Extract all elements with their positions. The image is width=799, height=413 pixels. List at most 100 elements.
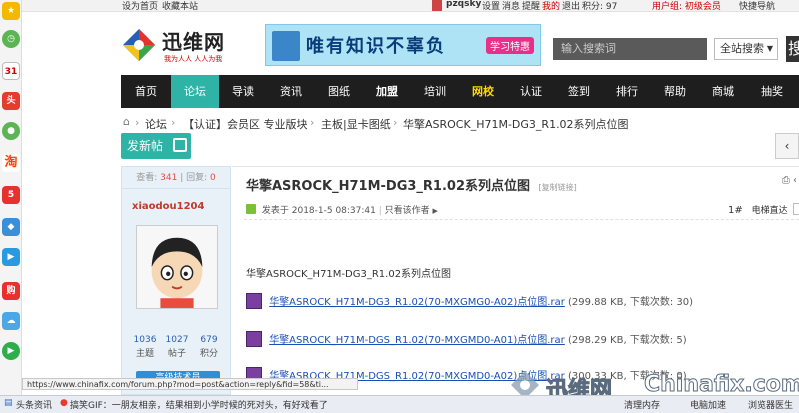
avatar[interactable] [136,225,218,309]
site-logo-icon[interactable] [122,28,156,62]
chevron-down-icon: ▼ [766,44,773,53]
post-meta: 发表于 2018-1-5 08:37:41 | 只看该作者 ▶ [246,203,438,216]
quick-nav-link[interactable]: 快捷导航 [739,0,775,12]
set-home-link[interactable]: 设为首页 [122,0,158,12]
game-icon[interactable]: ◆ [2,218,20,236]
views-label: 查看: [136,173,158,183]
author-credits[interactable]: 679 积分 [194,335,224,359]
breadcrumb-sep: › [171,116,176,129]
nav-checkin[interactable]: 签到 [555,75,603,108]
posts-label: 帖子 [167,349,186,359]
nav-ranking[interactable]: 排行 [603,75,651,108]
back-button[interactable]: ‹ [775,133,799,159]
posts-count: 1027 [165,335,189,345]
weather-icon[interactable]: ☁ [2,312,20,330]
browser-doctor-label[interactable]: 浏览器医生 [748,398,793,411]
replies-count: 0 [210,173,216,183]
search-input[interactable]: 输入搜索词 [553,38,707,60]
credits-label: 积分 [199,349,218,359]
author-posts[interactable]: 1027 帖子 [162,335,192,359]
rar-file-icon [246,293,262,309]
post-title-text: 华擎ASROCK_H71M-DG3_R1.02系列点位图 [246,179,530,194]
settings-link[interactable]: 设置 [482,0,500,12]
video-icon[interactable]: ▶ [2,248,20,266]
search-button[interactable]: 搜 [786,36,799,62]
print-icon[interactable]: ⎙ [782,175,790,186]
user-group-link[interactable]: 用户组: 初级会员 [652,0,721,12]
star-icon[interactable]: ★ [2,2,20,20]
my-link[interactable]: 我的 [542,0,560,12]
taobao-icon[interactable]: 淘 [2,154,20,172]
divider [244,219,799,220]
news-icon: ▤ [4,398,13,408]
main-nav: 首页 论坛 导读 资讯 图纸 加盟 培训 网校 认证 签到 排行 帮助 商城 抽… [121,75,799,108]
post-time: 发表于 2018-1-5 08:37:41 [261,206,376,216]
post-body: 华擎ASROCK_H71M-DG3_R1.02系列点位图 [246,269,452,280]
breadcrumb-thread[interactable]: 华擎ASROCK_H71M-DG3_R1.02系列点位图 [403,116,629,132]
nav-schematics[interactable]: 图纸 [315,75,363,108]
add-favorite-link[interactable]: 收藏本站 [162,0,198,12]
breadcrumb: ⌂ › 论坛 › 【认证】会员区 专业版块 › 主板|显卡图纸 › 华擎ASRO… [121,114,799,132]
nav-forum[interactable]: 论坛 [171,75,219,108]
messages-link[interactable]: 消息 [502,0,520,12]
online-icon [246,204,256,214]
author-topics[interactable]: 1036 主题 [130,335,160,359]
memory-label[interactable]: 清理内存 [624,398,660,411]
floor-info: 1# 电梯直达 [728,203,799,216]
nav-training[interactable]: 培训 [411,75,459,108]
breadcrumb-board[interactable]: 主板|显卡图纸 [321,116,391,132]
floor-number: 1# [728,205,743,216]
attachment-info: (299.88 KB, 下载次数: 30) [568,297,694,308]
banner-badge: 学习特惠 [486,37,534,54]
attachment-link[interactable]: 华擎ASROCK_H71M-DG3_R1.02(70-MXGMG0-A02)点位… [269,297,565,308]
post-content: 华擎ASROCK_H71M-DG3_R1.02系列点位图 [复制链接] ⎙ ‹ … [232,166,799,395]
nav-news[interactable]: 资讯 [267,75,315,108]
ad-banner[interactable]: 唯有知识不辜负 学习特惠 [265,24,541,66]
reminder-link[interactable]: 提醒 [522,0,540,12]
credits-count: 679 [200,335,218,345]
home-icon[interactable]: ⌂ [123,115,130,128]
chat-icon[interactable]: ● [2,122,20,140]
search-scope-select[interactable]: 全站搜索 ▼ [714,38,778,60]
logout-link[interactable]: 退出 [562,0,580,12]
calendar-icon[interactable]: 31 [2,62,20,80]
breadcrumb-forum[interactable]: 论坛 [145,116,167,132]
nav-mall[interactable]: 商城 [699,75,747,108]
watermark-en: Chinafix.com [644,372,799,398]
shopping-icon[interactable]: 5 [2,186,20,204]
nav-certify[interactable]: 认证 [507,75,555,108]
play-icon[interactable]: ▶ [2,342,20,360]
nav-home[interactable]: 首页 [121,75,171,108]
nav-join[interactable]: 加盟 [363,75,411,108]
attachment-link[interactable]: 华擎ASROCK_H71M-DGS_R1.02(70-MXGMD0-A01)点位… [269,335,565,346]
ticker-dot: ● [60,398,68,408]
nav-school[interactable]: 网校 [459,75,507,108]
caret-right-icon: ▶ [432,207,438,215]
clock-icon[interactable]: ◷ [2,30,20,48]
breadcrumb-section[interactable]: 【认证】会员区 专业版块 [183,116,308,132]
banner-text: 唯有知识不辜负 [306,36,446,57]
user-avatar-mini[interactable] [432,0,442,11]
floor-jump-input[interactable] [792,203,799,215]
replies-label: 回复: [186,173,208,183]
nav-guide[interactable]: 导读 [219,75,267,108]
post-title: 华擎ASROCK_H71M-DG3_R1.02系列点位图 [复制链接] [246,175,577,194]
prev-icon[interactable]: ‹ [793,175,797,186]
only-author-link[interactable]: 只看该作者 [385,206,430,216]
site-header: 迅维网 我为人人 人人为我 唯有知识不辜负 学习特惠 输入搜索词 全站搜索 ▼ … [22,12,799,74]
copy-link[interactable]: [复制链接] [539,183,577,192]
nav-help[interactable]: 帮助 [651,75,699,108]
news-label[interactable]: 头条资讯 [16,398,52,411]
book-icon [272,31,300,61]
news-icon[interactable]: 头 [2,92,20,110]
shop-icon[interactable]: 购 [2,282,20,300]
nav-lottery[interactable]: 抽奖 [747,75,797,108]
site-logo-text[interactable]: 迅维网 [162,26,225,55]
attachment-item: 华擎ASROCK_H71M-DG3_R1.02(70-MXGMG0-A02)点位… [246,293,693,311]
points-link[interactable]: 积分: 97 [582,0,617,12]
speedup-label[interactable]: 电脑加速 [690,398,726,411]
floor-jump-label: 电梯直达 [751,206,788,216]
news-ticker[interactable]: 搞笑GIF：一朋友相亲，结果相到小学时候的死对头，有好戏看了 [70,398,328,411]
topbar-username[interactable]: pzqsky [446,0,481,9]
author-name[interactable]: xiaodou1204 [132,201,204,212]
